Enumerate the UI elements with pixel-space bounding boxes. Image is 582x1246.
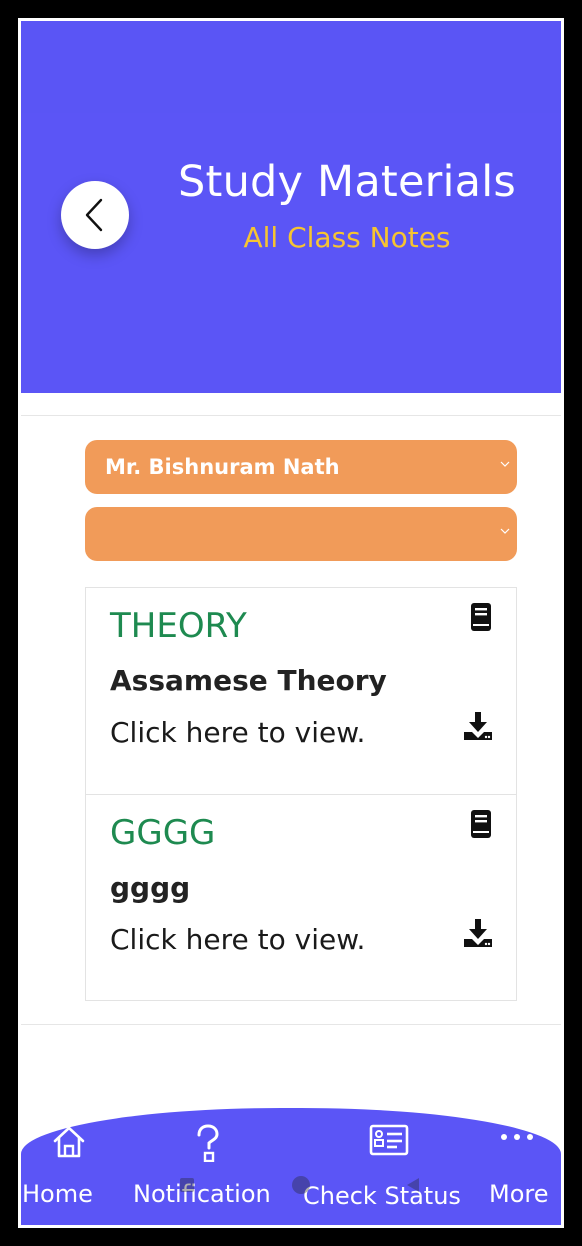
nav-notification-label: Notification	[133, 1180, 271, 1208]
download-icon[interactable]	[462, 710, 494, 742]
nav-home[interactable]: Home	[22, 1108, 125, 1225]
nav-more-label: More	[489, 1180, 549, 1208]
book-icon[interactable]	[470, 602, 492, 632]
chevron-down-icon	[500, 528, 510, 534]
home-icon	[53, 1126, 85, 1158]
nav-more[interactable]: More	[489, 1108, 561, 1225]
bottom-navigation: Home Notification Check Status More	[21, 1108, 561, 1225]
recent-apps-icon[interactable]	[179, 1177, 195, 1193]
page-subtitle: All Class Notes	[243, 221, 451, 254]
materials-list: THEORY Assamese Theory Click here to vie…	[85, 587, 517, 1001]
download-icon[interactable]	[462, 917, 494, 949]
back-gesture-icon[interactable]	[405, 1177, 421, 1193]
material-title: gggg	[110, 871, 191, 904]
app-screen: Study Materials All Class Notes Mr. Bish…	[18, 18, 564, 1228]
chevron-left-icon	[85, 198, 103, 232]
more-dots-icon	[501, 1134, 533, 1140]
page-title: Study Materials	[178, 157, 516, 207]
divider	[21, 1024, 561, 1025]
view-link[interactable]: Click here to view.	[110, 923, 365, 956]
nav-check-status[interactable]: Check Status	[303, 1108, 483, 1225]
list-item[interactable]: GGGG gggg Click here to view.	[86, 794, 516, 1001]
subject-select[interactable]	[85, 507, 517, 561]
book-icon[interactable]	[470, 809, 492, 839]
view-link[interactable]: Click here to view.	[110, 716, 365, 749]
nav-check-status-label: Check Status	[303, 1182, 461, 1210]
teacher-select-value: Mr. Bishnuram Nath	[105, 455, 340, 479]
list-item[interactable]: THEORY Assamese Theory Click here to vie…	[86, 588, 516, 794]
teacher-select[interactable]: Mr. Bishnuram Nath	[85, 440, 517, 494]
material-type: THEORY	[110, 606, 247, 646]
material-title: Assamese Theory	[110, 664, 387, 697]
home-gesture-icon[interactable]	[291, 1175, 311, 1195]
nav-home-label: Home	[22, 1180, 93, 1208]
checklist-icon	[369, 1124, 409, 1156]
status-bar	[21, 21, 561, 113]
page-header: Study Materials All Class Notes	[21, 113, 561, 393]
question-icon	[197, 1124, 219, 1162]
divider	[21, 415, 561, 416]
chevron-down-icon	[500, 461, 510, 467]
nav-notification[interactable]: Notification	[133, 1108, 283, 1225]
back-button[interactable]	[61, 181, 129, 249]
material-type: GGGG	[110, 813, 216, 853]
